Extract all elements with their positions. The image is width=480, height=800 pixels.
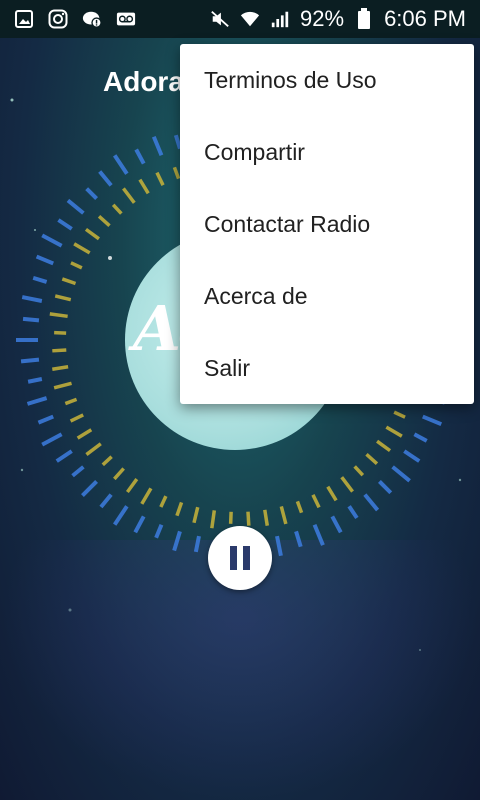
visualizer-bar-inner — [326, 485, 338, 502]
visualizer-bar-inner — [76, 428, 93, 440]
gallery-icon — [14, 9, 34, 29]
visualizer-bar-inner — [155, 171, 165, 186]
visualizer-bar-outer — [330, 515, 343, 534]
visualizer-bar-inner — [393, 410, 406, 419]
visualizer-bar-inner — [113, 467, 125, 481]
visualizer-bar-outer — [422, 414, 443, 427]
visualizer-bar-inner — [175, 501, 184, 517]
battery-icon — [354, 8, 374, 29]
visualizer-bar-inner — [263, 509, 270, 526]
menu-item-compartir[interactable]: Compartir — [180, 116, 474, 188]
visualizer-bar-inner — [140, 487, 153, 505]
visualizer-bar-inner — [122, 187, 136, 204]
visualizer-bar-inner — [54, 294, 72, 302]
visualizer-bar-outer — [151, 135, 164, 156]
visualizer-bar-outer — [66, 198, 85, 215]
menu-item-contactar-radio[interactable]: Contactar Radio — [180, 188, 474, 260]
visualizer-bar-outer — [21, 295, 43, 303]
visualizer-bar-outer — [363, 493, 380, 512]
mute-icon — [210, 9, 230, 29]
visualizer-bar-outer — [55, 449, 73, 463]
visualizer-bar-outer — [312, 524, 325, 546]
visualizer-bar-outer — [347, 505, 359, 520]
visualizer-bar-outer — [37, 414, 54, 425]
visualizer-bar-inner — [61, 277, 77, 286]
status-bar: 92% 6:06 PM — [0, 0, 480, 38]
visualizer-bar-outer — [391, 465, 411, 483]
visualizer-bar-outer — [134, 148, 146, 165]
visualizer-bar-inner — [101, 455, 113, 467]
visualizer-bar-inner — [70, 261, 83, 270]
visualizer-bar-inner — [159, 495, 168, 508]
menu-item-acerca-de[interactable]: Acerca de — [180, 260, 474, 332]
visualizer-bar-inner — [246, 511, 251, 526]
visualizer-bar-inner — [64, 397, 78, 406]
visualizer-bar-inner — [52, 365, 69, 372]
visualizer-bar-outer — [294, 530, 303, 548]
visualizer-bar-outer — [413, 432, 428, 443]
visualizer-bar-inner — [311, 494, 321, 509]
visualizer-bar-inner — [365, 453, 379, 465]
visualizer-bar-outer — [27, 377, 43, 384]
menu-item-salir[interactable]: Salir — [180, 332, 474, 404]
visualizer-bar-outer — [81, 480, 98, 497]
visualizer-bar-inner — [295, 500, 304, 514]
signal-icon — [270, 9, 290, 29]
visualizer-bar-inner — [125, 478, 139, 494]
visualizer-bar-inner — [279, 506, 288, 525]
visualizer-bar-outer — [113, 154, 129, 175]
visualizer-bar-inner — [353, 465, 365, 477]
visualizer-bar-outer — [26, 396, 48, 406]
visualizer-bar-inner — [138, 178, 150, 195]
visualizer-bar-outer — [32, 275, 48, 284]
visualizer-bar-inner — [192, 506, 200, 524]
visualizer-bar-inner — [97, 215, 111, 227]
visualizer-bar-inner — [85, 442, 102, 456]
visualizer-bar-outer — [275, 535, 283, 557]
visualizer-bar-inner — [376, 439, 392, 453]
visualizer-bar-outer — [133, 515, 146, 534]
visualizer-bar-outer — [41, 233, 63, 248]
voicemail-icon — [116, 9, 136, 29]
visualizer-bar-outer — [403, 449, 421, 463]
visualizer-bar-inner — [111, 203, 123, 215]
visualizer-bar-outer — [378, 480, 393, 495]
visualizer-bar-outer — [85, 187, 98, 200]
visualizer-bar-outer — [35, 254, 54, 266]
visualizer-bar-outer — [113, 505, 129, 526]
visualizer-bar-inner — [385, 425, 403, 438]
visualizer-bar-inner — [52, 348, 67, 353]
chat-alert-icon — [82, 9, 102, 29]
overflow-menu: Terminos de Uso Compartir Contactar Radi… — [180, 44, 474, 404]
battery-percent: 92% — [300, 6, 345, 31]
visualizer-bar-inner — [73, 242, 91, 255]
visualizer-bar-outer — [98, 170, 113, 187]
visualizer-bar-outer — [71, 465, 85, 478]
visualizer-bar-outer — [193, 535, 201, 553]
visualizer-bar-inner — [53, 381, 72, 390]
menu-item-terminos-de-uso[interactable]: Terminos de Uso — [180, 44, 474, 116]
app-title: Adora — [103, 66, 184, 97]
visualizer-bar-outer — [99, 493, 113, 509]
visualizer-bar-outer — [57, 218, 73, 231]
clock: 6:06 PM — [384, 6, 466, 31]
visualizer-bar-inner — [84, 227, 100, 241]
visualizer-bar-outer — [154, 524, 164, 539]
visualizer-bar-outer — [20, 357, 40, 364]
visualizer-bar-inner — [49, 312, 68, 319]
visualizer-bar-inner — [210, 510, 217, 529]
pause-button[interactable] — [208, 526, 272, 590]
visualizer-bar-outer — [172, 530, 182, 552]
pause-icon — [230, 546, 250, 570]
instagram-icon — [48, 9, 68, 29]
visualizer-bar-inner — [340, 476, 354, 493]
visualizer-bar-outer — [41, 432, 63, 447]
visualizer-bar-inner — [69, 413, 84, 423]
visualizer-bar-outer — [22, 316, 40, 323]
wifi-icon — [240, 9, 260, 29]
visualizer-bar-inner — [172, 166, 181, 180]
